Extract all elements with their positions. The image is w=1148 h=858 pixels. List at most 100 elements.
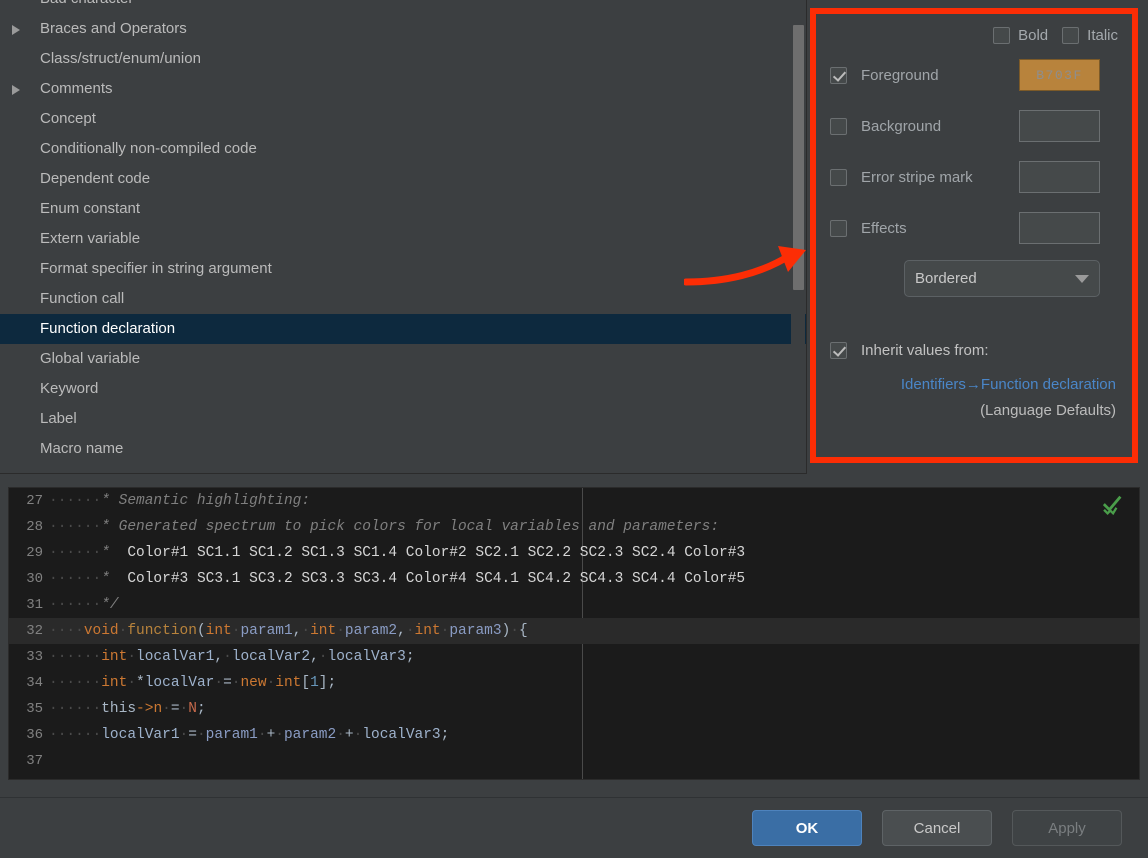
- code-token: 1: [310, 675, 319, 691]
- code-token: n: [153, 701, 163, 717]
- code-token: ······: [49, 571, 102, 587]
- scheme-list-item-label: Keyword: [40, 380, 99, 397]
- bold-checkbox-group[interactable]: Bold: [993, 26, 1049, 44]
- bold-checkbox[interactable]: [993, 26, 1011, 44]
- scheme-list-item[interactable]: Function declaration: [0, 314, 806, 344]
- attribute-enable-checkbox[interactable]: [830, 117, 847, 135]
- scheme-list-item[interactable]: Conditionally non-compiled code: [0, 134, 806, 164]
- code-token: ->: [136, 701, 154, 717]
- line-number: 36: [26, 727, 43, 743]
- list-scrollbar[interactable]: [791, 0, 805, 473]
- code-line: 31 ······*/: [9, 592, 1139, 618]
- code-token: ];: [318, 675, 337, 691]
- dialog-button-bar: OK Cancel Apply: [0, 798, 1148, 858]
- cancel-button[interactable]: Cancel: [882, 810, 992, 846]
- scheme-list-item[interactable]: Braces and Operators: [0, 14, 806, 44]
- code-token: ·: [405, 623, 415, 639]
- scheme-list-item[interactable]: Macro name: [0, 434, 806, 464]
- code-preview-panel[interactable]: 27 ······* Semantic highlighting: 28 ······…: [8, 487, 1140, 780]
- italic-label: Italic: [1087, 26, 1118, 44]
- code-token: ·: [257, 727, 267, 743]
- scheme-list-item-label: Macro name: [40, 440, 124, 457]
- expand-triangle-icon[interactable]: [12, 85, 20, 95]
- scheme-list-item[interactable]: Label: [0, 404, 806, 434]
- inherit-source-link[interactable]: Identifiers→Function declaration: [808, 376, 1148, 393]
- scheme-list-item-label: Extern variable: [40, 230, 141, 247]
- color-swatch[interactable]: [1019, 161, 1100, 193]
- attribute-enable-checkbox[interactable]: [830, 219, 847, 237]
- code-token: ·: [223, 649, 232, 665]
- line-number: 35: [26, 701, 43, 717]
- code-token: Color#3 SC3.1 SC3.2 SC3.3 SC3.4 Color#4 …: [118, 571, 746, 587]
- line-number: 27: [26, 493, 43, 509]
- ok-button[interactable]: OK: [752, 810, 862, 846]
- code-token: ·: [179, 701, 189, 717]
- code-line: 32 ····void·function(int·param1,·int·para…: [9, 618, 1139, 644]
- scheme-list-item-label: Format specifier in string argument: [40, 260, 272, 277]
- scheme-list-item[interactable]: Keyword: [0, 374, 806, 404]
- attribute-enable-checkbox[interactable]: [830, 66, 847, 84]
- inherit-values-checkbox[interactable]: [830, 341, 847, 359]
- code-token: int: [101, 649, 128, 665]
- code-token: +: [344, 727, 354, 743]
- code-token: ·: [318, 649, 328, 665]
- code-token: ,: [214, 649, 224, 665]
- italic-checkbox-group[interactable]: Italic: [1062, 26, 1118, 44]
- inherit-values-row[interactable]: Inherit values from:: [808, 336, 1148, 364]
- scheme-list-item-label: Function call: [40, 290, 125, 307]
- code-token: void: [83, 623, 119, 639]
- scheme-list-item-label: Concept: [40, 110, 96, 127]
- attribute-row-label: Effects: [861, 219, 907, 237]
- code-token: ·: [336, 727, 345, 743]
- scheme-list-item[interactable]: Bad character: [0, 0, 806, 14]
- scheme-list-item-label: Braces and Operators: [40, 20, 187, 37]
- scheme-list-item[interactable]: Enum constant: [0, 194, 806, 224]
- code-token: param1: [240, 623, 293, 639]
- code-token: {: [518, 623, 528, 639]
- line-number: 28: [26, 519, 43, 535]
- code-token: ······: [49, 545, 102, 561]
- line-number: 29: [26, 545, 43, 561]
- inherit-values-label: Inherit values from:: [861, 341, 989, 359]
- scheme-list-item-label: Enum constant: [40, 200, 141, 217]
- scheme-list-item[interactable]: Comments: [0, 74, 806, 104]
- annotation-arrow-icon: [684, 246, 806, 286]
- code-token: Color#1 SC1.1 SC1.2 SC1.3 SC1.4 Color#2 …: [118, 545, 746, 561]
- scheme-list-item[interactable]: Concept: [0, 104, 806, 134]
- code-token: this: [101, 701, 137, 717]
- code-line: 27 ······* Semantic highlighting:: [9, 488, 1139, 514]
- code-token: int: [101, 675, 128, 691]
- code-token: param3: [449, 623, 502, 639]
- bold-label: Bold: [1018, 26, 1049, 44]
- code-token: ·: [127, 649, 137, 665]
- code-token: ·: [301, 623, 311, 639]
- code-token: *: [136, 675, 145, 691]
- code-token: ······: [49, 493, 102, 509]
- scheme-list-item[interactable]: Class/struct/enum/union: [0, 44, 806, 74]
- color-swatch[interactable]: [1019, 110, 1100, 142]
- code-token: (: [196, 623, 206, 639]
- line-number: 31: [26, 597, 43, 613]
- line-number: 32: [26, 623, 43, 639]
- expand-triangle-icon[interactable]: [12, 25, 20, 35]
- code-token: int: [275, 675, 302, 691]
- code-token: ······: [49, 597, 102, 613]
- code-token: */: [101, 597, 119, 613]
- code-token: int: [205, 623, 232, 639]
- code-token: ·: [127, 675, 137, 691]
- code-token: ······: [49, 675, 102, 691]
- scheme-list-item[interactable]: Global variable: [0, 344, 806, 374]
- effects-type-value: Bordered: [915, 270, 977, 287]
- color-swatch[interactable]: [1019, 212, 1100, 244]
- code-token: localVar3: [327, 649, 406, 665]
- italic-checkbox[interactable]: [1062, 26, 1080, 44]
- code-line: 37: [9, 748, 1139, 774]
- scheme-list-item[interactable]: Dependent code: [0, 164, 806, 194]
- color-swatch[interactable]: B703F: [1019, 59, 1100, 91]
- attribute-enable-checkbox[interactable]: [830, 168, 847, 186]
- effects-type-dropdown[interactable]: Bordered: [904, 260, 1100, 297]
- settings-dialog: Bad character Braces and Operators Class/s…: [0, 0, 1148, 858]
- code-token: ·: [353, 727, 363, 743]
- apply-button[interactable]: Apply: [1012, 810, 1122, 846]
- code-line: 28 ······* Generated spectrum to pick col…: [9, 514, 1139, 540]
